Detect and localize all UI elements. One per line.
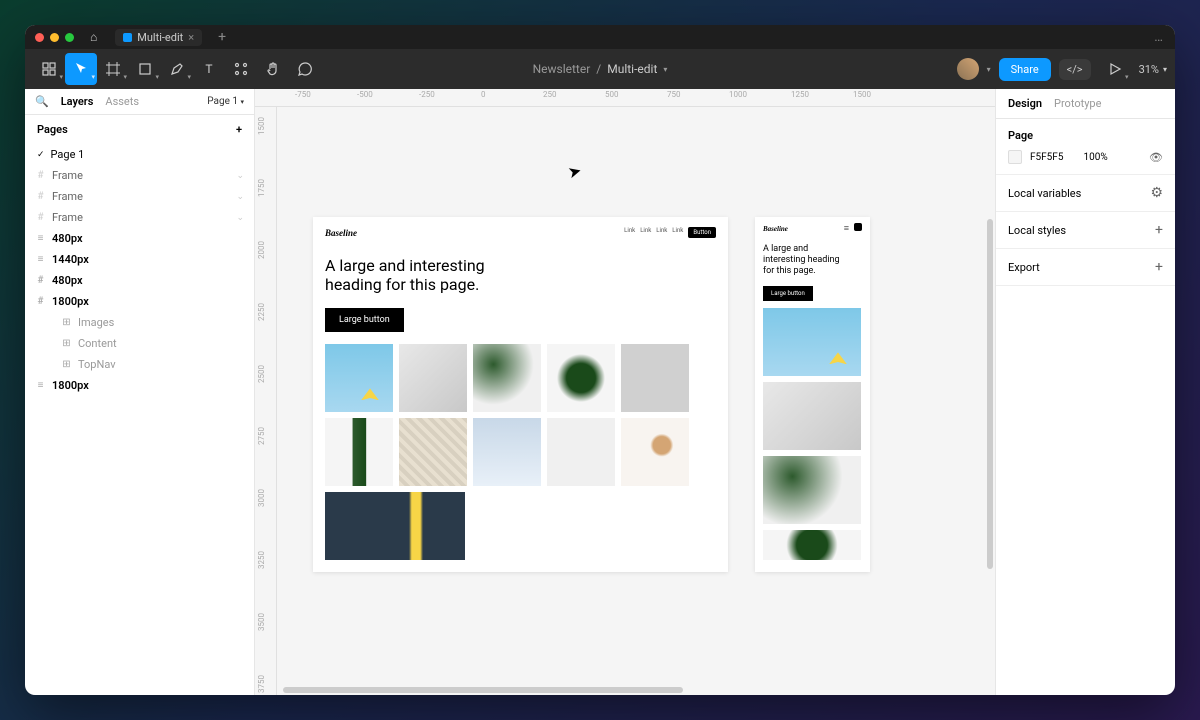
artboard-nav: Baseline Link Link Link Link Button	[313, 217, 728, 248]
image-tile	[547, 418, 615, 486]
layer-item[interactable]: ≡1800px	[25, 375, 254, 396]
ruler-horizontal: -750-500-2500250500750100012501500	[255, 89, 995, 107]
image-tile	[325, 344, 393, 412]
local-variables-section[interactable]: Local variables ⚙	[996, 175, 1175, 212]
design-panel: Design Prototype Page F5F5F5 100% 👁 Loca…	[995, 89, 1175, 695]
dev-mode-button[interactable]: </>	[1059, 59, 1091, 80]
file-tab[interactable]: Multi-edit ×	[115, 29, 202, 46]
app-menu[interactable]: …	[1154, 30, 1165, 45]
page-selector[interactable]: Page 1 ▾	[207, 96, 244, 107]
fill-opacity: 100%	[1083, 152, 1107, 163]
figma-file-icon	[123, 33, 132, 42]
fill-hex: F5F5F5	[1030, 152, 1063, 163]
search-icon[interactable]: 🔍	[35, 95, 49, 108]
layer-item[interactable]: #Frame⌄	[25, 207, 254, 228]
zoom-control[interactable]: 31%▾	[1139, 63, 1167, 76]
add-icon[interactable]: +	[1155, 259, 1163, 275]
share-button[interactable]: Share	[999, 58, 1051, 81]
shape-tool[interactable]: ▾	[129, 53, 161, 85]
image-tile	[621, 418, 689, 486]
assets-tab[interactable]: Assets	[105, 95, 139, 108]
layer-item[interactable]: ≡1440px	[25, 249, 254, 270]
local-styles-section[interactable]: Local styles +	[996, 212, 1175, 249]
canvas[interactable]: -750-500-2500250500750100012501500 15001…	[255, 89, 995, 695]
window-controls	[35, 33, 74, 42]
chevron-down-icon[interactable]: ▾	[987, 65, 991, 74]
cursor-icon: ➤	[566, 161, 584, 183]
layer-item[interactable]: #Frame⌄	[25, 165, 254, 186]
svg-text:T: T	[205, 62, 212, 76]
layer-item[interactable]: #Frame⌄	[25, 186, 254, 207]
hand-tool[interactable]	[257, 53, 289, 85]
layer-item[interactable]: ⊞Content	[25, 333, 254, 354]
layers-panel: 🔍 Layers Assets Page 1 ▾ Pages + ✓ Page …	[25, 89, 255, 695]
frame-tool[interactable]: ▾	[97, 53, 129, 85]
image-tile	[325, 418, 393, 486]
toolbar: ▾ ▾ ▾ ▾ ▾ T Newsletter / Multi-edit ▾ ▾ …	[25, 49, 1175, 89]
image-tile	[621, 344, 689, 412]
layer-item[interactable]: #1800px	[25, 291, 254, 312]
project-name: Newsletter	[533, 62, 591, 76]
check-icon: ✓	[37, 150, 45, 160]
image-tile	[325, 492, 465, 560]
avatar[interactable]	[957, 58, 979, 80]
page-section-header: Page	[1008, 129, 1163, 142]
export-section[interactable]: Export +	[996, 249, 1175, 286]
image-tile	[399, 344, 467, 412]
layers-tab[interactable]: Layers	[61, 95, 94, 108]
text-tool[interactable]: T	[193, 53, 225, 85]
tab-name: Multi-edit	[137, 31, 183, 44]
add-page-button[interactable]: +	[236, 123, 242, 136]
image-tile	[473, 418, 541, 486]
design-tab[interactable]: Design	[1008, 97, 1042, 110]
image-grid	[313, 338, 728, 566]
move-tool[interactable]: ▾	[65, 53, 97, 85]
chevron-down-icon: ▾	[663, 65, 667, 74]
page-fill-row[interactable]: F5F5F5 100% 👁	[1008, 150, 1163, 164]
artboard-button: Large button	[325, 308, 404, 332]
titlebar: ⌂ Multi-edit × + …	[25, 25, 1175, 49]
layer-item[interactable]: ⊞Images	[25, 312, 254, 333]
settings-icon[interactable]: ⚙	[1150, 185, 1163, 201]
page-name: Multi-edit	[607, 62, 657, 76]
visibility-icon[interactable]: 👁	[1149, 151, 1163, 164]
image-tile	[547, 344, 615, 412]
scrollbar-vertical[interactable]	[987, 219, 993, 569]
scrollbar-horizontal[interactable]	[283, 687, 683, 693]
home-icon[interactable]: ⌂	[90, 30, 97, 44]
comment-tool[interactable]	[289, 53, 321, 85]
color-swatch[interactable]	[1008, 150, 1022, 164]
breadcrumb[interactable]: Newsletter / Multi-edit ▾	[533, 62, 668, 76]
new-tab-button[interactable]: +	[218, 29, 226, 45]
present-button[interactable]: ▾	[1099, 53, 1131, 85]
layer-item[interactable]: ⊞TopNav	[25, 354, 254, 375]
prototype-tab[interactable]: Prototype	[1054, 97, 1101, 110]
page-item[interactable]: ✓ Page 1	[25, 144, 254, 165]
add-icon[interactable]: +	[1155, 222, 1163, 238]
frame-1800px[interactable]: 1800px Baseline Link Link Link Link Butt…	[313, 217, 728, 572]
layer-item[interactable]: ≡480px	[25, 228, 254, 249]
pen-tool[interactable]: ▾	[161, 53, 193, 85]
maximize-window[interactable]	[65, 33, 74, 42]
resources-tool[interactable]	[225, 53, 257, 85]
layer-item[interactable]: #480px	[25, 270, 254, 291]
ruler-vertical: 1500175020002250250027503000325035003750	[255, 107, 277, 695]
artboard-heading: A large and interesting heading for this…	[313, 248, 513, 302]
main-menu-button[interactable]: ▾	[33, 53, 65, 85]
image-tile	[399, 418, 467, 486]
frame-480px[interactable]: 480px Baseline ≡ A large and interesting…	[755, 217, 870, 572]
image-tile	[473, 344, 541, 412]
minimize-window[interactable]	[50, 33, 59, 42]
pages-header: Pages	[37, 123, 68, 136]
close-tab-icon[interactable]: ×	[188, 31, 194, 44]
close-window[interactable]	[35, 33, 44, 42]
